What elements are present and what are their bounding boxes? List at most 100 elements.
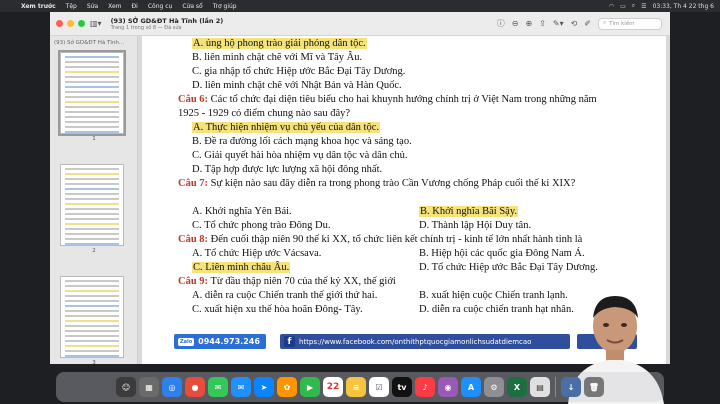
page-thumbnail-3[interactable] [60, 276, 124, 358]
downloads-folder-icon[interactable]: ↓ [561, 377, 581, 397]
page-thumbnail-label: 2 [92, 248, 96, 254]
zoom-out-icon[interactable]: ⊖ [512, 19, 519, 28]
facetime-icon[interactable]: ▶ [300, 377, 320, 397]
q8-option-c: C. Liên minh châu Âu. [192, 261, 291, 274]
close-icon[interactable] [56, 20, 63, 27]
notes-icon[interactable]: ≡ [346, 377, 366, 397]
annotate-icon[interactable]: ✐ [584, 19, 591, 28]
q9-option-c: C. xuất hiện xu thế hòa hoãn Đông- Tây. [192, 304, 363, 315]
menu-edit[interactable]: Sửa [82, 3, 103, 10]
line-text: Sự kiện nào sau đây diễn ra trong phong … [208, 178, 576, 189]
phone-number: 0944.973.246 [198, 337, 260, 346]
line-text: C. gia nhập tổ chức Hiệp ước Bắc Đại Tây… [192, 66, 406, 77]
highlighted-answer: A. ủng hộ phong trào giải phóng dân tộc. [192, 38, 367, 49]
reminders-icon[interactable]: ☑ [369, 377, 389, 397]
document-line: Câu 7: Sự kiện nào sau đây diễn ra trong… [178, 177, 575, 190]
minimize-icon[interactable] [67, 20, 74, 27]
mail-icon[interactable]: ✉ [231, 377, 251, 397]
line-text: B. Đề ra đường lối cách mạng khoa học và… [192, 136, 412, 147]
share-icon[interactable]: ⇪ [539, 19, 546, 28]
document-title: (93) SỞ GD&ĐT Hà Tĩnh (lần 2) Trang 1 tr… [111, 17, 224, 31]
question-9-number: Câu 9: [178, 276, 209, 287]
photos-icon[interactable]: ✿ [277, 377, 297, 397]
menu-bar: Xem trước Tệp Sửa Xem Đi Công cụ Cửa sổ … [0, 0, 720, 12]
markup-icon[interactable]: ✎▾ [553, 19, 564, 28]
zalo-icon: Zalo [178, 337, 195, 346]
line-text: D. Tập hợp được lực lượng xã hội đông nh… [192, 164, 383, 175]
document-line: C. Giải quyết hài hòa nhiệm vụ dân tộc v… [192, 149, 408, 162]
document-line: B. liên minh chặt chẽ với Mĩ và Tây Âu. [192, 51, 362, 64]
maps-icon[interactable]: ➤ [254, 377, 274, 397]
dock: ☺ ▦ ◎ ● ✉ ✉ ➤ ✿ ▶ 22 ≡ ☑ tv ♪ ◉ A ⚙ X ▤ … [56, 372, 664, 402]
menu-tools[interactable]: Công cụ [143, 3, 177, 10]
trash-icon[interactable]: 🗑 [584, 377, 604, 397]
podcasts-icon[interactable]: ◉ [438, 377, 458, 397]
zoom-icon[interactable] [78, 20, 85, 27]
question-8-number: Câu 8: [178, 234, 209, 245]
page-thumbnail-label: 3 [92, 360, 96, 366]
document-line: A. Thực hiện nhiệm vụ chủ yếu của dân tộ… [192, 121, 380, 134]
line-text: C. Giải quyết hài hòa nhiệm vụ dân tộc v… [192, 150, 408, 161]
battery-icon[interactable]: ▭ [620, 3, 626, 10]
finder-icon[interactable]: ☺ [116, 377, 136, 397]
launchpad-icon[interactable]: ▦ [139, 377, 159, 397]
q7-option-a: A. Khởi nghĩa Yên Bái. [192, 206, 292, 217]
menu-window[interactable]: Cửa sổ [177, 3, 207, 10]
info-icon[interactable]: ⓘ [497, 18, 505, 29]
chrome-icon[interactable]: ● [185, 377, 205, 397]
zalo-contact-banner[interactable]: Zalo 0944.973.246 [174, 334, 266, 349]
menu-help[interactable]: Trợ giúp [208, 3, 242, 10]
document-title-text: (93) SỞ GD&ĐT Hà Tĩnh (lần 2) [110, 16, 224, 25]
search-icon[interactable]: ⌕ [632, 2, 635, 10]
menu-go[interactable]: Đi [127, 3, 143, 10]
question-number: Câu 7: [178, 178, 209, 189]
question-8-text: Đến cuối thập niên 90 thế kỉ XX, tổ chức… [208, 234, 583, 245]
dock-separator [555, 377, 556, 397]
question-number: Câu 6: [178, 94, 209, 105]
facebook-link-banner[interactable]: f https://www.facebook.com/onthithptquoc… [280, 334, 570, 349]
document-line: Câu 6: Các tổ chức đại diện tiêu biểu ch… [178, 93, 597, 106]
document-subtitle: Trang 1 trong số 8 — Đã sửa [110, 24, 182, 31]
clock[interactable]: 03:33, Th 4 22 thg 6 [653, 3, 714, 10]
menu-file[interactable]: Tệp [61, 3, 82, 10]
search-input[interactable]: ⌕ Tìm kiếm [598, 17, 662, 30]
safari-icon[interactable]: ◎ [162, 377, 182, 397]
q9-option-d: D. diễn ra cuộc chiến tranh hạt nhân. [419, 304, 574, 315]
sidebar-header: (93) Sở GD&ĐT Hà Tĩnh... [54, 40, 125, 46]
traffic-lights [50, 20, 85, 27]
line-text: D. liên minh chặt chẽ với Nhật Bản và Hà… [192, 80, 402, 91]
control-center-icon[interactable]: ☰ [641, 3, 646, 10]
question-8: Câu 8: Đến cuối thập niên 90 thế kỉ XX, … [178, 233, 582, 246]
q9-option-a: A. diễn ra cuộc Chiến tranh thế giới thứ… [192, 290, 378, 301]
facebook-url[interactable]: https://www.facebook.com/onthithptquocgi… [299, 338, 531, 346]
page-thumbnail-1[interactable] [58, 50, 126, 136]
menu-app-name[interactable]: Xem trước [16, 3, 61, 10]
apple-tv-icon[interactable]: tv [392, 377, 412, 397]
q9-option-b: B. xuất hiện cuộc Chiến tranh lạnh. [419, 290, 568, 301]
thumbnail-sidebar: (93) Sở GD&ĐT Hà Tĩnh... 1 2 3 [50, 36, 138, 366]
question-9-text: Từ đầu thập niên 70 của thế kỷ XX, thế g… [208, 276, 396, 287]
wifi-icon[interactable]: ◠ [609, 3, 614, 10]
q8-option-c-text: C. Liên minh châu Âu. [192, 262, 291, 273]
system-settings-icon[interactable]: ⚙ [484, 377, 504, 397]
search-field-icon: ⌕ [603, 20, 607, 26]
line-text: 1925 - 1929 có điểm chung nào sau đây? [178, 108, 351, 119]
calendar-icon[interactable]: 22 [323, 377, 343, 397]
document-line: A. ủng hộ phong trào giải phóng dân tộc. [192, 37, 367, 50]
zoom-in-icon[interactable]: ⊕ [525, 19, 532, 28]
excel-icon[interactable]: X [507, 377, 527, 397]
rotate-icon[interactable]: ⟲ [571, 19, 578, 28]
messages-icon[interactable]: ✉ [208, 377, 228, 397]
app-store-icon[interactable]: A [461, 377, 481, 397]
menu-view[interactable]: Xem [103, 3, 126, 10]
sidebar-toggle-icon[interactable]: ▥▾ [85, 19, 107, 28]
page-thumbnail-2[interactable] [60, 164, 124, 246]
preview-icon[interactable]: ▤ [530, 377, 550, 397]
document-line: D. Tập hợp được lực lượng xã hội đông nh… [192, 163, 382, 176]
document-line: C. gia nhập tổ chức Hiệp ước Bắc Đại Tây… [192, 65, 405, 78]
document-line: D. liên minh chặt chẽ với Nhật Bản và Hà… [192, 79, 402, 92]
music-icon[interactable]: ♪ [415, 377, 435, 397]
q8-option-d: D. Tổ chức Hiệp ước Bắc Đại Tây Dương. [419, 262, 598, 273]
q7-option-c: C. Tổ chức phong trào Đông Du. [192, 220, 331, 231]
facebook-icon: f [284, 336, 295, 347]
